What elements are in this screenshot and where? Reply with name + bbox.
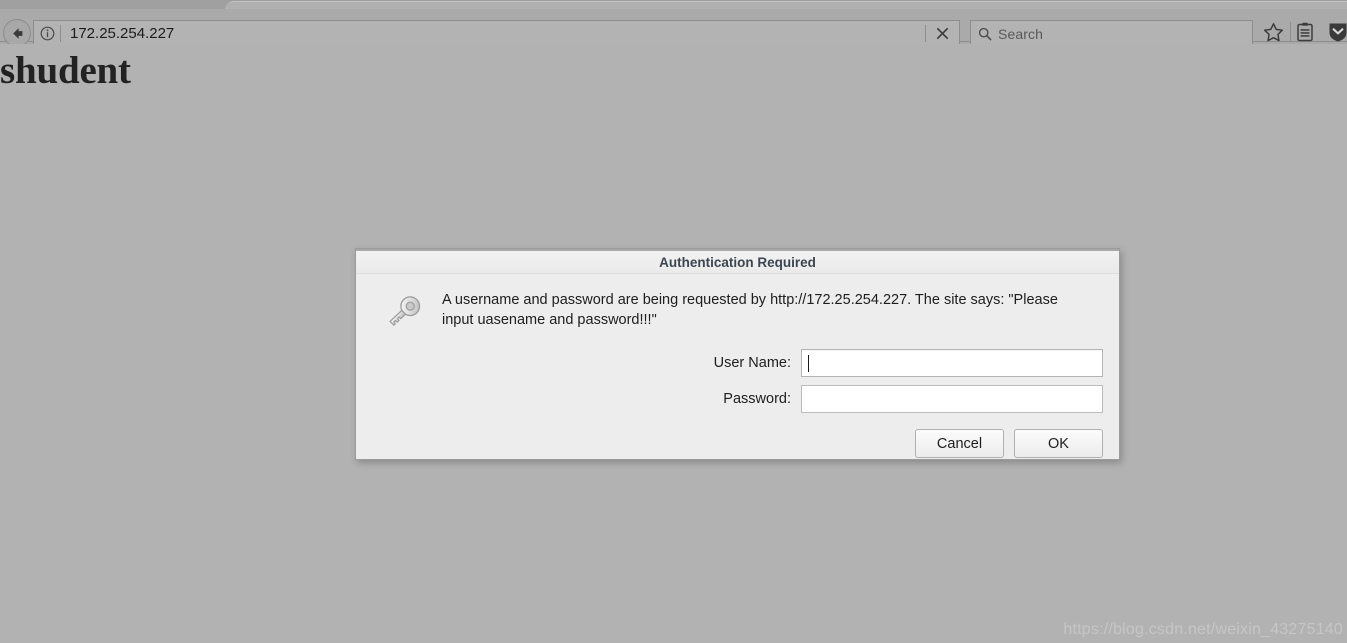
watermark-text: https://blog.csdn.net/weixin_43275140: [1063, 621, 1343, 638]
password-input[interactable]: [801, 385, 1103, 413]
dialog-body: A username and password are being reques…: [356, 274, 1119, 458]
navigation-toolbar: 172.25.254.227 Search: [0, 9, 1347, 47]
shield-button[interactable]: [1326, 20, 1347, 44]
username-field-row: User Name:: [356, 349, 1119, 377]
search-input[interactable]: Search: [998, 26, 1043, 42]
dialog-titlebar: Authentication Required: [356, 249, 1119, 274]
info-circle-icon[interactable]: [34, 26, 60, 41]
toolbar-divider: [1290, 22, 1291, 41]
search-icon: [971, 27, 998, 41]
close-x-icon: [936, 27, 949, 40]
back-arrow-icon: [12, 27, 22, 39]
ok-button[interactable]: OK: [1014, 429, 1103, 458]
dialog-button-row: Cancel OK: [356, 413, 1119, 458]
back-button[interactable]: [3, 19, 31, 47]
magnifier-glyph: [978, 27, 991, 40]
browser-tab-partial-body[interactable]: [238, 1, 1347, 9]
cancel-button[interactable]: Cancel: [915, 429, 1004, 458]
search-bar[interactable]: Search: [970, 20, 1253, 47]
authentication-dialog: Authentication Required A username and p…: [355, 248, 1120, 460]
url-bar[interactable]: 172.25.254.227: [33, 20, 960, 47]
password-field-row: Password:: [356, 385, 1119, 413]
library-list-icon: [1297, 22, 1313, 42]
dialog-title: Authentication Required: [659, 254, 816, 270]
shield-chevron-down-icon: [1329, 23, 1347, 42]
password-label: Password:: [723, 391, 791, 407]
page-content-area: shudent Authentication Required A userna…: [0, 44, 1347, 643]
key-glyph: [389, 296, 421, 326]
stop-loading-button[interactable]: [926, 22, 959, 45]
key-icon: [382, 288, 442, 339]
tab-strip: [0, 0, 1347, 9]
username-input[interactable]: [801, 349, 1103, 377]
star-icon: [1263, 22, 1283, 41]
page-title: shudent: [0, 49, 131, 92]
info-circle-glyph: [40, 26, 54, 41]
url-input[interactable]: 172.25.254.227: [61, 25, 925, 42]
bookmark-star-button[interactable]: [1261, 20, 1285, 44]
text-caret: [808, 354, 809, 372]
library-button[interactable]: [1294, 20, 1316, 44]
dialog-message-row: A username and password are being reques…: [356, 274, 1119, 339]
username-label: User Name:: [713, 355, 791, 371]
dialog-message: A username and password are being reques…: [442, 292, 1058, 328]
browser-chrome: 172.25.254.227 Search: [0, 0, 1347, 47]
